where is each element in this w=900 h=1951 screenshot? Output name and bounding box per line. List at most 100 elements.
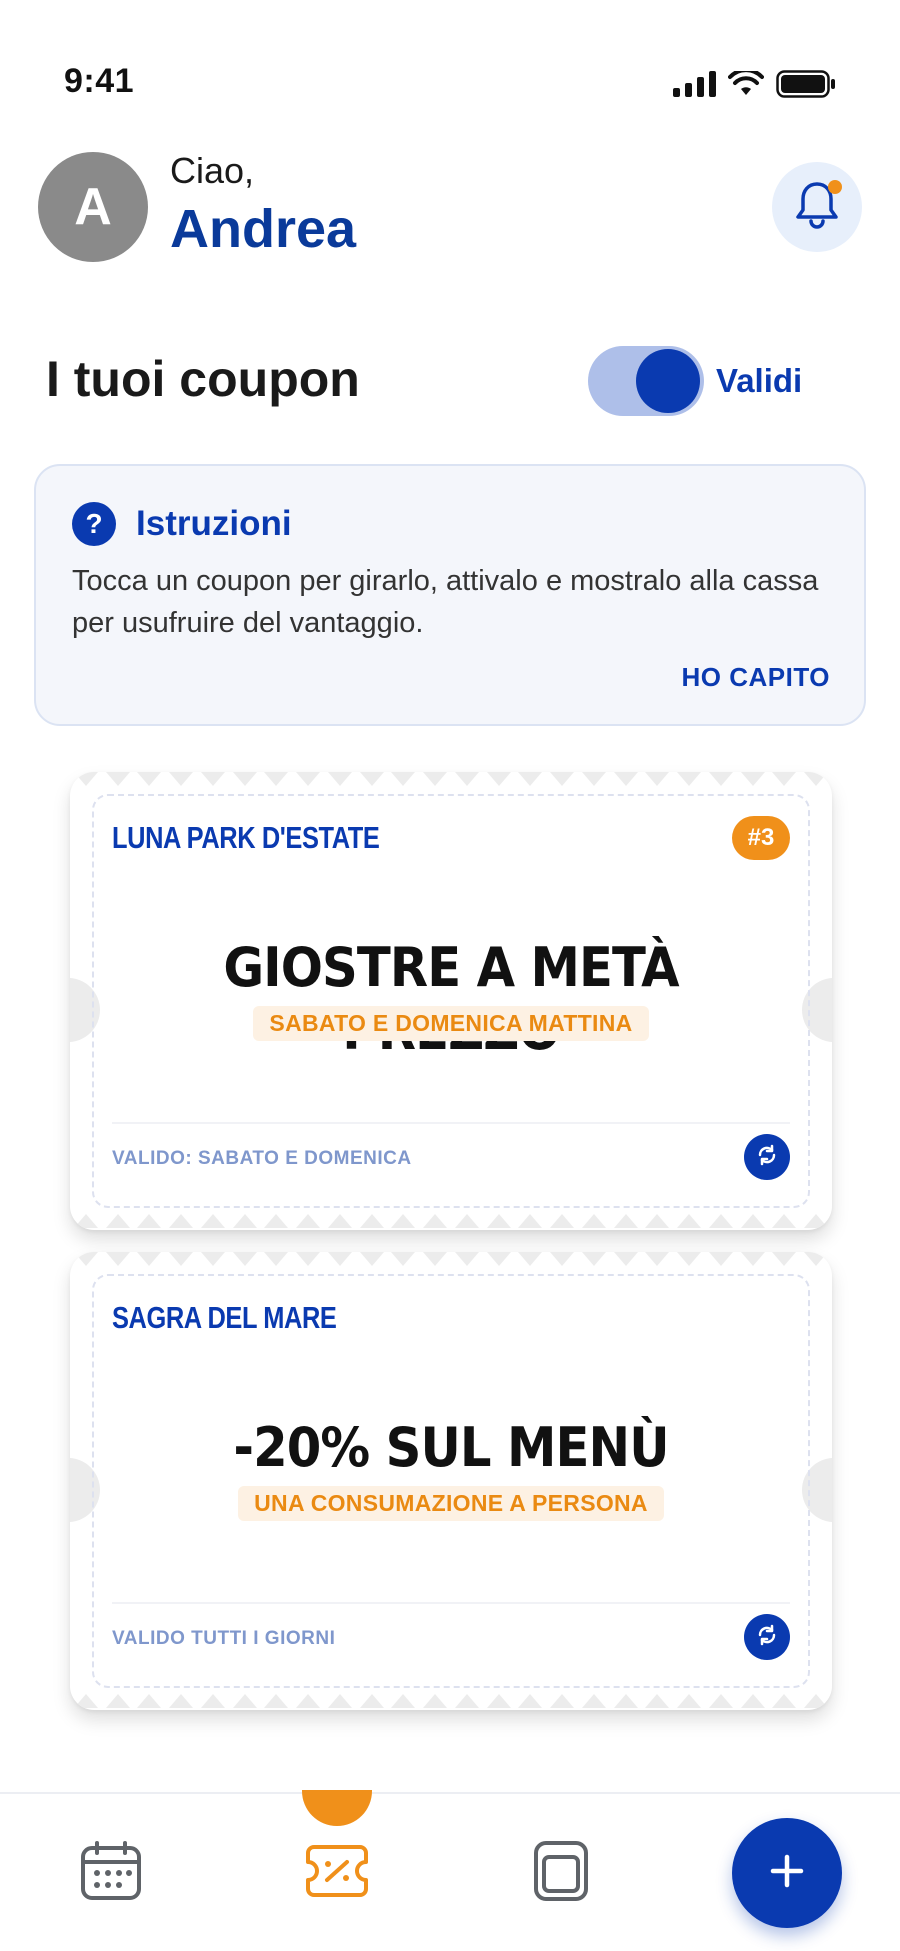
coupon-edge-tooth [137,1214,162,1228]
coupon-edge-tooth [486,1694,511,1708]
valid-filter-toggle[interactable] [588,346,704,416]
coupon-headline: -20% SUL MENÙ [233,1416,669,1479]
coupon-edge-tooth [581,772,606,786]
coupon-edge-tooth [264,1214,289,1228]
coupon-edge-tooth [486,1214,511,1228]
battery-icon [776,70,836,98]
coupon-body: SAGRA DEL MARE -20% SUL MENÙ UNA CONSUMA… [92,1274,810,1688]
coupon-validity: VALIDO TUTTI I GIORNI [112,1628,336,1649]
coupon-edge-tooth [105,1252,130,1266]
coupon-edge-tooth [518,1214,543,1228]
coupon-edge-tooth [423,1214,448,1228]
coupon-edge-tooth [137,772,162,786]
avatar[interactable]: A [38,152,148,262]
coupon-edge-bottom [70,1214,832,1230]
coupon-edge-tooth [327,1252,352,1266]
coupon-edge-tooth [359,1694,384,1708]
coupon-edge-tooth [518,1252,543,1266]
notifications-button[interactable] [772,162,862,252]
coupon-edge-tooth [232,772,257,786]
coupon-edge-tooth [454,1252,479,1266]
coupon-card[interactable]: LUNA PARK D'ESTATE #3 GIOSTRE A METÀ PRE… [70,772,832,1230]
coupon-edge-tooth [359,1214,384,1228]
coupon-edge-tooth [581,1214,606,1228]
coupon-edge-tooth [391,772,416,786]
coupon-edge-tooth [708,1252,733,1266]
coupon-edge-tooth [518,1694,543,1708]
instructions-card: ? Istruzioni Tocca un coupon per girarlo… [34,464,866,726]
coupon-badge: #3 [732,816,790,860]
coupon-edge-tooth [264,772,289,786]
coupon-edge-tooth [423,1252,448,1266]
coupon-subtitle: UNA CONSUMAZIONE A PERSONA [238,1486,664,1521]
coupon-edge-tooth [169,1214,194,1228]
coupon-edge-tooth [740,1694,765,1708]
coupon-edge-tooth [804,1214,829,1228]
coupon-validity: VALIDO: SABATO E DOMENICA [112,1148,412,1169]
coupon-edge-tooth [391,1694,416,1708]
plus-icon [769,1853,805,1894]
coupon-body: LUNA PARK D'ESTATE #3 GIOSTRE A METÀ PRE… [92,794,810,1208]
coupon-edge-tooth [73,772,98,786]
coupon-edge-tooth [454,1214,479,1228]
coupon-edge-tooth [200,1694,225,1708]
flip-coupon-button[interactable] [744,1134,790,1180]
coupon-edge-tooth [677,772,702,786]
coupon-edge-top [70,1252,832,1268]
coupon-edge-tooth [550,772,575,786]
nav-cards[interactable] [526,1838,596,1908]
coupon-edge-tooth [740,772,765,786]
coupon-edge-tooth [677,1252,702,1266]
coupon-edge-tooth [200,1214,225,1228]
coupon-edge-tooth [73,1214,98,1228]
coupon-edge-tooth [486,1252,511,1266]
coupon-edge-tooth [73,1252,98,1266]
refresh-icon [755,1143,779,1172]
coupon-headline: GIOSTRE A METÀ PREZZO [223,936,679,1062]
coupon-edge-tooth [645,1214,670,1228]
coupon-edge-tooth [327,1694,352,1708]
dismiss-instructions-button[interactable]: HO CAPITO [682,662,830,693]
nav-coupons[interactable] [302,1838,372,1908]
coupon-edge-tooth [423,1694,448,1708]
coupon-edge-tooth [486,772,511,786]
coupon-edge-tooth [772,1252,797,1266]
coupon-divider [112,1122,790,1124]
coupon-edge-tooth [581,1252,606,1266]
coupon-edge-tooth [550,1214,575,1228]
coupon-edge-tooth [169,772,194,786]
coupon-edge-tooth [454,1694,479,1708]
coupon-edge-tooth [105,1214,130,1228]
notification-dot [828,180,842,194]
coupon-edge-tooth [613,1252,638,1266]
nav-calendar[interactable] [76,1838,146,1908]
flip-coupon-button[interactable] [744,1614,790,1660]
coupon-edge-tooth [296,1214,321,1228]
coupon-edge-tooth [772,1694,797,1708]
status-bar: 9:41 [0,0,900,150]
coupon-edge-tooth [677,1694,702,1708]
coupon-brand: SAGRA DEL MARE [112,1300,337,1335]
add-button[interactable] [732,1818,842,1928]
coupon-card[interactable]: SAGRA DEL MARE -20% SUL MENÙ UNA CONSUMA… [70,1252,832,1710]
coupon-edge-tooth [708,772,733,786]
coupon-edge-tooth [708,1694,733,1708]
coupon-edge-tooth [169,1694,194,1708]
coupon-edge-tooth [804,772,829,786]
coupon-edge-tooth [327,1214,352,1228]
coupon-edge-tooth [708,1214,733,1228]
coupon-edge-tooth [645,1694,670,1708]
status-icons [673,70,836,98]
coupon-edge-tooth [200,1252,225,1266]
coupon-brand: LUNA PARK D'ESTATE [112,820,380,855]
coupon-edge-tooth [105,772,130,786]
wifi-icon [728,71,764,97]
coupon-edge-tooth [804,1252,829,1266]
coupon-edge-tooth [359,1252,384,1266]
coupon-divider [112,1602,790,1604]
coupon-edge-tooth [73,1694,98,1708]
coupon-edge-tooth [264,1694,289,1708]
cards-icon [532,1839,590,1908]
coupon-edge-tooth [804,1694,829,1708]
status-time: 9:41 [64,62,135,100]
